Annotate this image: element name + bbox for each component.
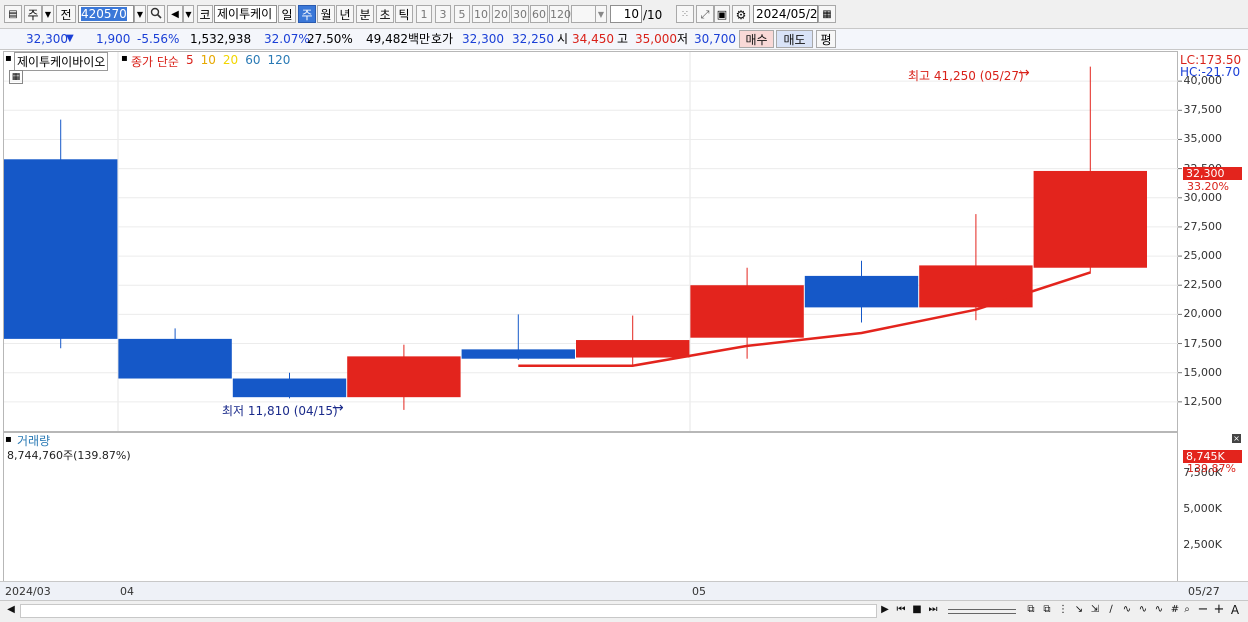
ma-legend-item[interactable]: 10	[201, 53, 216, 67]
candle-body	[347, 356, 461, 398]
volume-info: 8,744,760주(139.87%)	[7, 449, 131, 462]
x-label: 05/27	[1188, 585, 1220, 598]
layout-icon[interactable]: ⧉	[1024, 603, 1038, 617]
y-tick-label: 27,500	[1183, 219, 1223, 233]
stock-label: 제이투케이바이오	[14, 52, 109, 71]
high-annotation: 최고 41,250 (05/27)	[908, 69, 1024, 83]
ma-legend-item[interactable]: 5	[186, 53, 194, 67]
table-icon[interactable]: ▦	[9, 70, 23, 84]
scroll-left-icon[interactable]: ◀	[4, 603, 18, 617]
y-tick-label: 35,000	[1183, 132, 1223, 146]
trend-icon[interactable]: ↘	[1072, 603, 1086, 617]
candle-body	[804, 275, 919, 308]
candle-body	[1033, 170, 1147, 268]
arrow-right-icon: →	[1018, 65, 1030, 81]
y-tick-label: 22,500	[1183, 278, 1223, 292]
zoom-out-icon[interactable]: −	[1196, 603, 1210, 617]
pattern-icon[interactable]: ∿	[1136, 603, 1150, 617]
indicator-menu-icon[interactable]: ▪	[121, 53, 128, 64]
copy-icon[interactable]: ⧉	[1040, 603, 1054, 617]
fit-icon[interactable]: ⇲	[1088, 603, 1102, 617]
indicator-label: 종가 단순	[131, 55, 179, 69]
pattern-icon[interactable]: ∿	[1120, 603, 1134, 617]
last-icon[interactable]: ⏭	[926, 603, 940, 617]
y-tick-label: 37,500	[1183, 103, 1223, 117]
x-label: 2024/03	[5, 585, 51, 598]
y-tick-label: 12,500	[1183, 394, 1223, 408]
grid-icon[interactable]: ⋮	[1056, 603, 1070, 617]
y-tick-label: 25,000	[1183, 249, 1223, 263]
close-icon[interactable]: ×	[1232, 434, 1241, 443]
ma-legend: 5 10 20 60 120	[186, 53, 297, 67]
y-tick-label: 40,000	[1183, 74, 1223, 88]
zoom-in-icon[interactable]: +	[1212, 603, 1226, 617]
x-axis: 2024/03 04 05 05/27	[0, 581, 1248, 601]
price-rate: 33.20%	[1187, 180, 1229, 193]
volume-tick-label: 5,000K	[1183, 502, 1222, 516]
arrow-right-icon: →	[332, 400, 344, 416]
y-tick-label: 20,000	[1183, 307, 1223, 321]
candle-body	[118, 338, 232, 379]
y-tick-label: 15,000	[1183, 365, 1223, 379]
low-annotation: 최저 11,810 (04/15)	[222, 404, 338, 418]
stop-icon[interactable]: ■	[910, 603, 924, 617]
x-label: 05	[692, 585, 706, 598]
panel-menu-icon[interactable]: ▪	[5, 434, 12, 445]
zoom-slider[interactable]	[948, 609, 1016, 614]
ma-legend-item[interactable]: 120	[267, 53, 290, 67]
candle-body	[461, 349, 575, 359]
volume-rate: 139.87%	[1187, 462, 1236, 475]
zoom-icon[interactable]: ⌕	[1180, 603, 1194, 617]
line-icon[interactable]: ∕	[1104, 603, 1118, 617]
ma-legend-item[interactable]: 20	[223, 53, 238, 67]
candle-body	[4, 159, 118, 339]
candle-body	[576, 340, 690, 358]
ma-legend-item[interactable]: 60	[245, 53, 260, 67]
panel-menu-icon[interactable]: ▪	[5, 53, 12, 64]
scroll-track[interactable]	[20, 604, 877, 618]
candle-body	[919, 265, 1033, 308]
first-icon[interactable]: ⏮	[894, 603, 908, 617]
font-size-icon[interactable]: A	[1228, 603, 1242, 617]
candle-body	[232, 378, 347, 398]
scroll-right-icon[interactable]: ▶	[878, 603, 892, 617]
y-tick-label: 17,500	[1183, 336, 1223, 350]
volume-tick-label: 2,500K	[1183, 538, 1222, 552]
volume-panel[interactable]	[3, 432, 1178, 582]
x-label: 04	[120, 585, 134, 598]
candle-body	[690, 285, 804, 338]
price-tag: 32,300	[1183, 167, 1242, 180]
pattern-icon[interactable]: ∿	[1152, 603, 1166, 617]
